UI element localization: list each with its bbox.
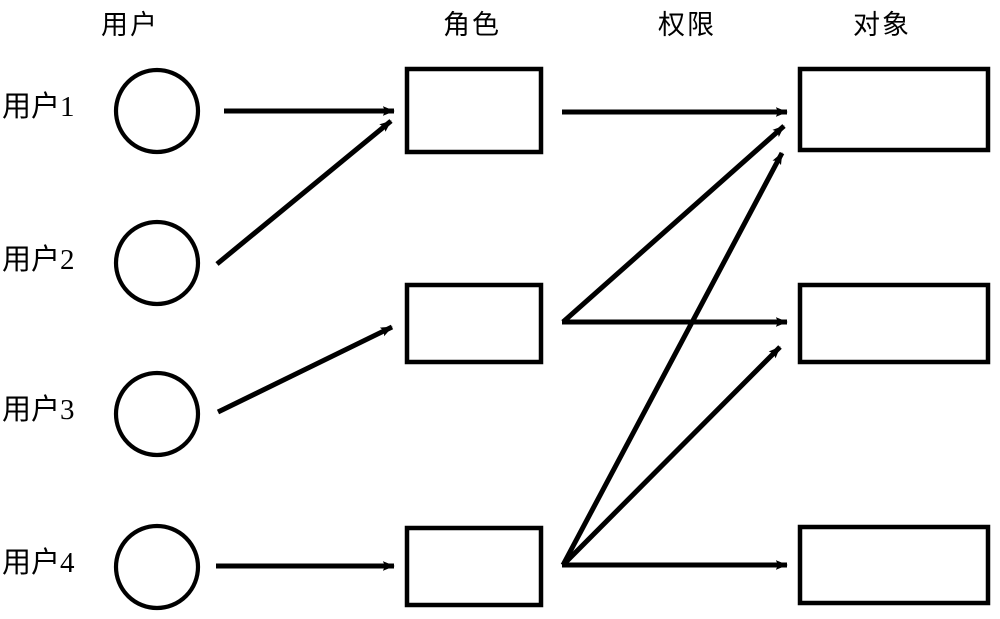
user-circle-4[interactable]: [113, 523, 201, 611]
edge-role2-to-server1: [561, 124, 786, 324]
user-circle-3[interactable]: [113, 370, 201, 458]
edge-role3-to-server2: [561, 345, 782, 567]
rbac-diagram: 用户 角色 权限 对象 用户1 用户2 用户3 用户4 角色1 角色2 角色3 …: [0, 0, 1000, 619]
object-box-3[interactable]: [797, 524, 991, 606]
edge-user3-to-role2: [216, 324, 394, 415]
object-box-1[interactable]: [797, 66, 991, 153]
role-box-2[interactable]: [404, 282, 544, 365]
role-box-1[interactable]: [404, 66, 544, 155]
object-box-2[interactable]: [797, 282, 991, 365]
edge-user2-to-role1: [215, 119, 393, 266]
edge-role3-to-server1: [560, 151, 785, 567]
diagram-canvas: [113, 66, 991, 611]
user-circle-1[interactable]: [113, 67, 201, 155]
user-circle-2[interactable]: [113, 219, 201, 307]
role-box-3[interactable]: [404, 525, 544, 608]
